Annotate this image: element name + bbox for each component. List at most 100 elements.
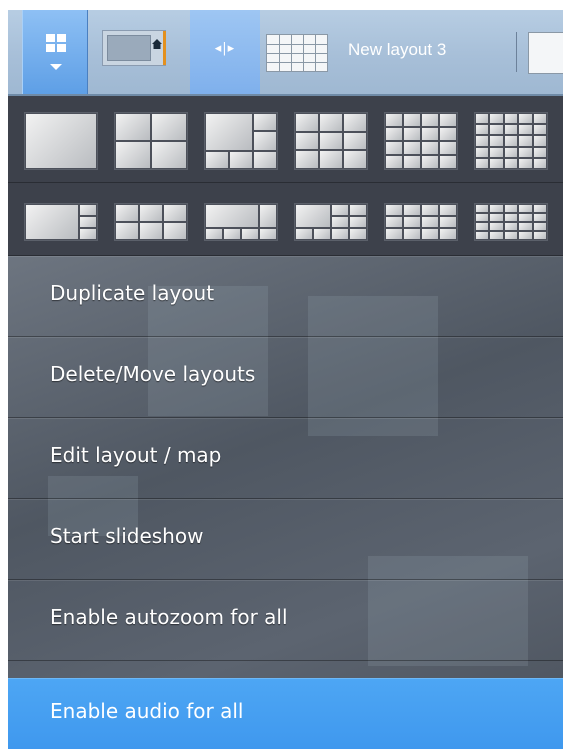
layout-cell bbox=[254, 132, 276, 150]
layout-cell bbox=[422, 128, 438, 140]
layout-cell bbox=[164, 205, 186, 221]
chevron-down-icon bbox=[50, 64, 62, 70]
layout-cell bbox=[386, 205, 402, 215]
layout-cell bbox=[404, 142, 420, 154]
layout-cell bbox=[344, 151, 366, 168]
layout-cell bbox=[490, 214, 503, 221]
layout-cell bbox=[440, 142, 456, 154]
layout-cell bbox=[344, 132, 366, 150]
layout-cell bbox=[440, 114, 456, 126]
layout-cell bbox=[206, 151, 228, 168]
layout-cell bbox=[504, 223, 518, 230]
layout-cell bbox=[504, 147, 518, 157]
layout-cell bbox=[116, 205, 138, 221]
layout-template-1-4-wide[interactable] bbox=[204, 203, 278, 241]
layout-cell bbox=[533, 136, 546, 146]
layout-cell bbox=[386, 114, 402, 126]
layout-cell bbox=[386, 217, 402, 227]
home-layout-tab[interactable] bbox=[102, 30, 166, 66]
layout-cell bbox=[350, 205, 366, 215]
layouts-grid-icon bbox=[46, 34, 66, 52]
menu-item-label: Duplicate layout bbox=[50, 281, 215, 305]
layout-cell bbox=[332, 216, 348, 228]
layout-cell bbox=[116, 223, 138, 239]
layout-template-1-8-wide[interactable] bbox=[294, 203, 368, 241]
layout-menu-button[interactable] bbox=[22, 10, 88, 94]
layout-template-1-5[interactable] bbox=[204, 112, 278, 170]
layout-cell bbox=[140, 205, 162, 221]
layout-template-3x3[interactable] bbox=[294, 112, 368, 170]
layout-cell bbox=[386, 156, 402, 168]
layout-cell bbox=[80, 205, 96, 215]
layout-cell bbox=[533, 205, 546, 212]
active-indicator bbox=[163, 31, 166, 65]
layout-cell bbox=[440, 217, 456, 227]
layout-tab[interactable]: New layout 3 bbox=[266, 24, 506, 80]
layout-cell bbox=[152, 142, 186, 168]
layout-cell bbox=[490, 147, 503, 157]
layout-cell bbox=[422, 205, 438, 215]
layout-cell bbox=[519, 205, 532, 212]
menu-item-edit-layout-map[interactable]: Edit layout / map bbox=[8, 418, 563, 499]
layout-cell bbox=[296, 151, 318, 168]
layout-cell bbox=[519, 136, 532, 146]
layout-cell bbox=[116, 142, 150, 168]
layout-cell bbox=[504, 158, 518, 168]
layout-cell bbox=[404, 156, 420, 168]
layout-cell bbox=[533, 232, 546, 239]
layout-cell bbox=[206, 205, 258, 228]
layout-template-5x4-wide[interactable] bbox=[474, 203, 548, 241]
layout-cell bbox=[80, 216, 96, 228]
layout-cell bbox=[422, 229, 438, 239]
layout-cell bbox=[440, 229, 456, 239]
layout-template-2x2[interactable] bbox=[114, 112, 188, 170]
panel-resize-handle[interactable]: ◂|▸ bbox=[190, 10, 260, 94]
layout-template-3x2-wide[interactable] bbox=[114, 203, 188, 241]
layout-cell bbox=[26, 114, 96, 168]
layout-toolbar: ◂|▸ New layout 3 bbox=[8, 10, 563, 96]
layout-cell bbox=[490, 205, 503, 212]
layout-cell bbox=[296, 114, 318, 131]
menu-item-label: Enable audio for all bbox=[50, 699, 244, 723]
layout-cell bbox=[476, 147, 489, 157]
menu-item-enable-audio[interactable]: Enable audio for all bbox=[8, 678, 563, 749]
layout-template-5x5[interactable] bbox=[474, 112, 548, 170]
layout-cell bbox=[533, 158, 546, 168]
layout-cell bbox=[386, 142, 402, 154]
menu-item-label: Edit layout / map bbox=[50, 443, 222, 467]
menu-item-label: Start slideshow bbox=[50, 524, 204, 548]
layout-cell bbox=[116, 114, 150, 140]
layout-cell bbox=[314, 229, 330, 239]
layout-cell bbox=[332, 205, 348, 215]
layout-cell bbox=[332, 229, 348, 239]
menu-item-duplicate-layout[interactable]: Duplicate layout bbox=[8, 256, 563, 337]
layout-template-4x4[interactable] bbox=[384, 112, 458, 170]
layout-cell bbox=[519, 223, 532, 230]
layout-cell bbox=[296, 132, 318, 150]
layout-cell bbox=[260, 229, 276, 239]
layout-cell bbox=[320, 132, 342, 150]
layout-cell bbox=[504, 205, 518, 212]
layout-tab-label: New layout 3 bbox=[348, 40, 447, 59]
layout-template-1x1[interactable] bbox=[24, 112, 98, 170]
layout-grid-icon bbox=[266, 34, 328, 72]
layout-cell bbox=[533, 214, 546, 221]
layout-cell bbox=[519, 125, 532, 135]
layout-cell bbox=[490, 158, 503, 168]
layout-cell bbox=[476, 223, 489, 230]
layout-cell bbox=[404, 128, 420, 140]
layout-cell bbox=[440, 156, 456, 168]
layout-template-1-2-wide[interactable] bbox=[24, 203, 98, 241]
layout-cell bbox=[504, 214, 518, 221]
layout-template-4x3-wide[interactable] bbox=[384, 203, 458, 241]
menu-item-delete-move-layouts[interactable]: Delete/Move layouts bbox=[8, 337, 563, 418]
layout-cell bbox=[476, 114, 489, 124]
layout-cell bbox=[504, 125, 518, 135]
menu-item-enable-autozoom[interactable]: Enable autozoom for all bbox=[8, 580, 563, 661]
layout-cell bbox=[350, 229, 366, 239]
layout-cell bbox=[476, 232, 489, 239]
menu-item-start-slideshow[interactable]: Start slideshow bbox=[8, 499, 563, 580]
layout-dropdown-panel: Duplicate layout Delete/Move layouts Edi… bbox=[8, 96, 563, 749]
next-layout-tab[interactable] bbox=[528, 32, 563, 74]
layout-cell bbox=[490, 136, 503, 146]
